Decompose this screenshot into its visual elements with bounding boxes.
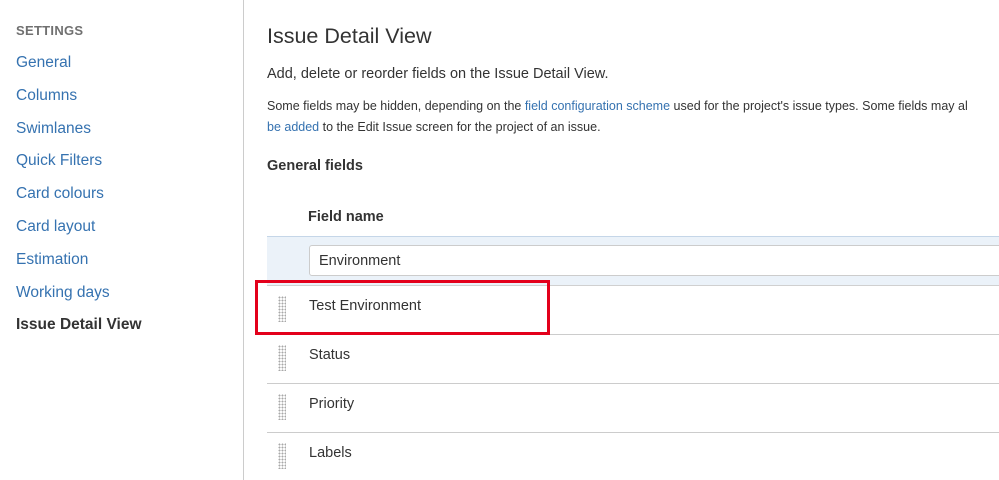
sidebar-item-working-days[interactable]: Working days <box>16 282 142 315</box>
section-title-general-fields: General fields <box>267 158 363 174</box>
add-field-row <box>267 236 999 286</box>
settings-nav: General Columns Swimlanes Quick Filters … <box>16 52 142 347</box>
sidebar-item-estimation[interactable]: Estimation <box>16 249 142 282</box>
drag-handle-icon[interactable] <box>278 394 286 420</box>
page-title: Issue Detail View <box>267 24 432 48</box>
board-settings-page: SETTINGS General Columns Swimlanes Quick… <box>0 0 999 480</box>
field-row[interactable]: Test Environment <box>267 286 999 335</box>
sidebar-heading: SETTINGS <box>16 23 84 38</box>
drag-handle-icon[interactable] <box>278 296 286 322</box>
settings-sidebar: SETTINGS General Columns Swimlanes Quick… <box>0 0 244 480</box>
add-field-input[interactable] <box>309 245 999 276</box>
sidebar-item-card-colours[interactable]: Card colours <box>16 183 142 216</box>
sidebar-item-quick-filters[interactable]: Quick Filters <box>16 150 142 183</box>
sidebar-item-card-layout[interactable]: Card layout <box>16 216 142 249</box>
page-lead: Add, delete or reorder fields on the Iss… <box>267 66 609 82</box>
field-name: Labels <box>309 445 352 461</box>
field-row[interactable]: Status <box>267 335 999 384</box>
sidebar-item-general[interactable]: General <box>16 52 142 85</box>
sidebar-item-columns[interactable]: Columns <box>16 85 142 118</box>
description-text-3: to the Edit Issue screen for the project… <box>319 120 601 134</box>
field-row[interactable]: Priority <box>267 384 999 433</box>
field-name: Test Environment <box>309 298 422 314</box>
column-header-field-name: Field name <box>308 209 384 225</box>
sidebar-item-swimlanes[interactable]: Swimlanes <box>16 118 142 151</box>
field-configuration-scheme-link[interactable]: field configuration scheme <box>525 99 670 113</box>
be-added-link[interactable]: be added <box>267 120 319 134</box>
field-name: Status <box>309 347 351 363</box>
description-text-1: Some fields may be hidden, depending on … <box>267 99 525 113</box>
sidebar-item-issue-detail-view[interactable]: Issue Detail View <box>16 314 142 347</box>
drag-handle-icon[interactable] <box>278 443 286 469</box>
page-description: Some fields may be hidden, depending on … <box>267 96 999 138</box>
description-text-2: used for the project's issue types. Some… <box>670 99 968 113</box>
field-name: Priority <box>309 396 355 412</box>
field-row[interactable]: Labels <box>267 433 999 480</box>
drag-handle-icon[interactable] <box>278 345 286 371</box>
main-content: Issue Detail View Add, delete or reorder… <box>267 0 999 480</box>
